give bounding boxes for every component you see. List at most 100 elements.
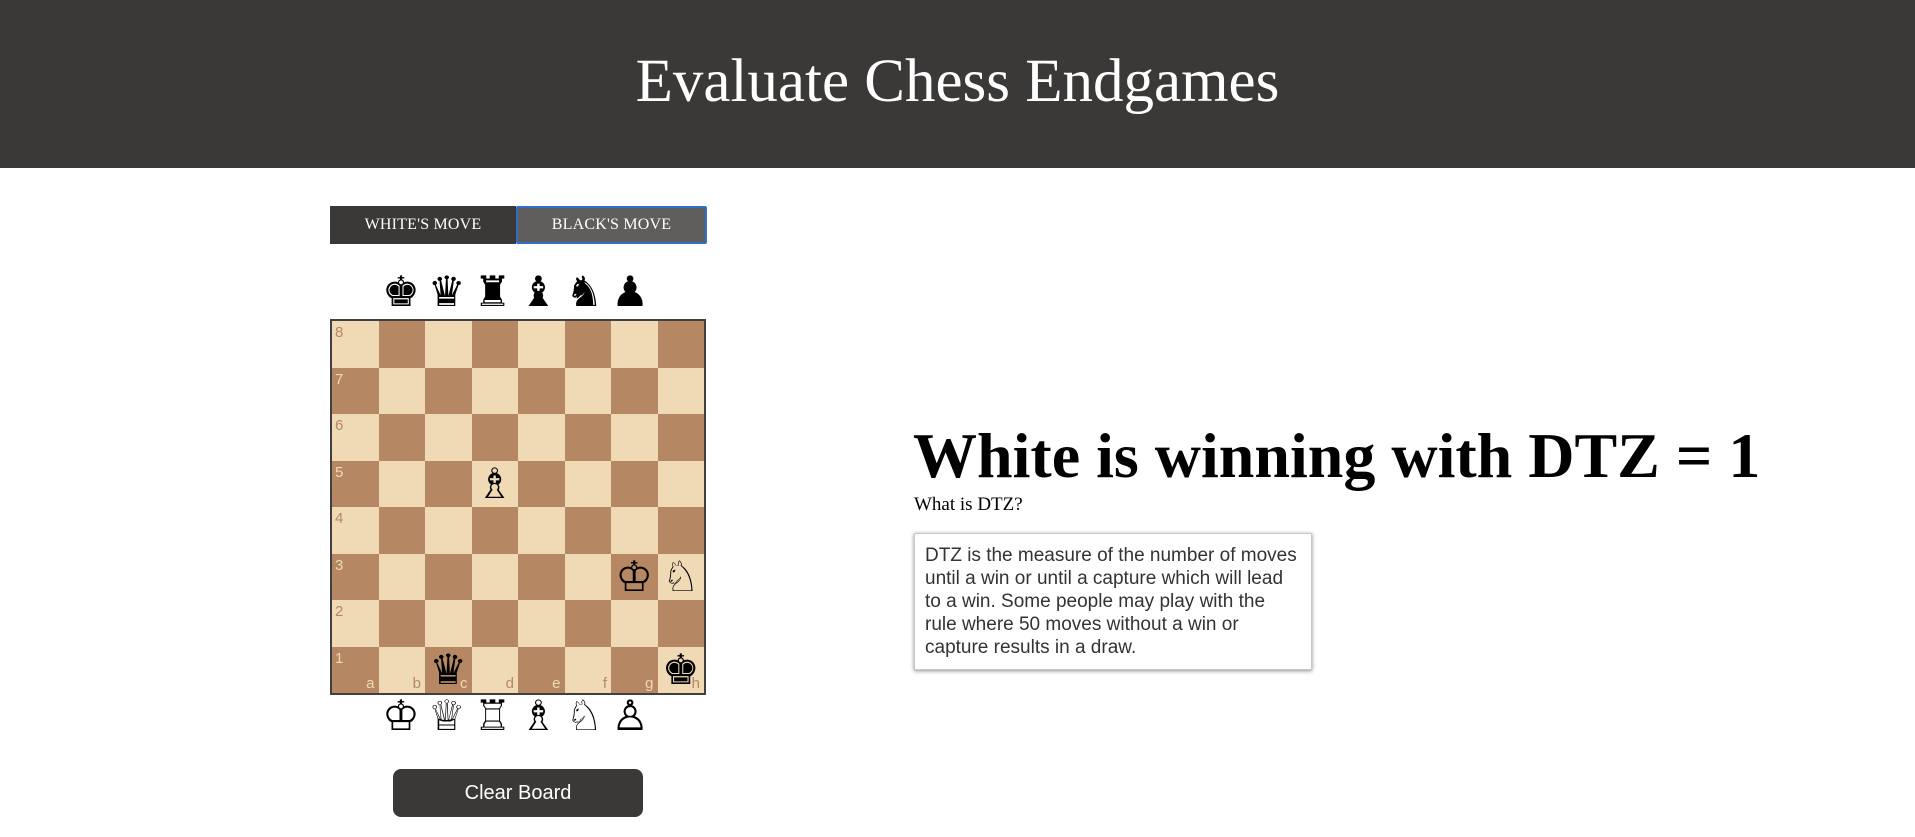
tab-blacks-move[interactable]: BLACK'S MOVE <box>516 206 707 244</box>
rank-label: 6 <box>335 417 344 434</box>
square-e7[interactable] <box>518 367 565 414</box>
square-e5[interactable] <box>518 460 565 507</box>
clear-board-button[interactable]: Clear Board <box>393 769 643 817</box>
rank-label: 3 <box>335 556 344 574</box>
square-d4[interactable] <box>471 507 518 554</box>
square-a6[interactable]: 6 <box>332 414 379 461</box>
spare-white-king-icon[interactable]: ♔ <box>378 692 424 740</box>
square-c3[interactable] <box>425 553 472 600</box>
spare-white-rook-icon[interactable]: ♖ <box>470 692 516 740</box>
square-f2[interactable] <box>564 600 611 647</box>
white-bishop-icon[interactable]: ♗ <box>472 461 519 508</box>
dtz-explanation-box: DTZ is the measure of the number of move… <box>914 533 1312 670</box>
file-label: g <box>645 675 654 692</box>
square-g3[interactable]: ♔ <box>611 553 658 601</box>
evaluation-result: White is winning with DTZ = 1 <box>913 420 1761 491</box>
square-g5[interactable] <box>611 460 658 507</box>
spare-pieces-black: ♚ ♛ ♜ ♝ ♞ ♟ <box>378 268 653 316</box>
square-h6[interactable] <box>657 414 704 461</box>
black-king-icon[interactable]: ♚ <box>658 647 705 694</box>
square-b8[interactable] <box>378 321 425 368</box>
square-a7[interactable]: 7 <box>332 367 379 414</box>
square-g2[interactable] <box>611 600 658 647</box>
square-h7[interactable] <box>657 367 704 414</box>
square-d1[interactable]: d <box>471 646 518 693</box>
square-e4[interactable] <box>518 507 565 554</box>
square-a4[interactable]: 4 <box>332 507 379 554</box>
square-c5[interactable] <box>425 460 472 507</box>
spare-black-pawn-icon[interactable]: ♟ <box>607 268 653 316</box>
square-d6[interactable] <box>471 414 518 461</box>
square-d7[interactable] <box>471 367 518 414</box>
spare-black-knight-icon[interactable]: ♞ <box>561 268 607 316</box>
rank-label: 2 <box>335 603 344 620</box>
dtz-question: What is DTZ? <box>914 494 1023 515</box>
square-b5[interactable] <box>378 460 425 507</box>
square-e6[interactable] <box>518 414 565 461</box>
square-c8[interactable] <box>425 321 472 368</box>
square-f1[interactable]: f <box>564 646 611 693</box>
square-h3[interactable]: ♘ <box>657 553 705 601</box>
square-d8[interactable] <box>471 321 518 368</box>
square-h5[interactable] <box>657 460 704 507</box>
square-g4[interactable] <box>611 507 658 554</box>
rank-label: 7 <box>335 370 344 388</box>
square-g1[interactable]: g <box>611 646 658 693</box>
spare-black-bishop-icon[interactable]: ♝ <box>515 268 561 316</box>
spare-white-queen-icon[interactable]: ♕ <box>424 692 470 740</box>
square-c4[interactable] <box>425 507 472 554</box>
square-e8[interactable] <box>518 321 565 368</box>
chessboard[interactable]: 8 7 6 5 ♗ 4 3 ♔ ♘ 2 1 a b c ♛ d e f g h ♚ <box>330 319 706 695</box>
white-king-icon[interactable]: ♔ <box>611 554 658 601</box>
file-label: a <box>366 675 375 692</box>
square-f3[interactable] <box>564 553 611 600</box>
square-h4[interactable] <box>657 507 704 554</box>
square-g7[interactable] <box>611 367 658 414</box>
square-f5[interactable] <box>564 460 611 507</box>
square-c6[interactable] <box>425 414 472 461</box>
square-a5[interactable]: 5 <box>332 460 379 507</box>
square-a1[interactable]: 1a <box>332 646 379 693</box>
square-d3[interactable] <box>471 553 518 600</box>
square-b1[interactable]: b <box>378 646 425 693</box>
square-h8[interactable] <box>657 321 704 368</box>
square-e3[interactable] <box>518 553 565 600</box>
spare-black-king-icon[interactable]: ♚ <box>378 268 424 316</box>
white-knight-icon[interactable]: ♘ <box>658 554 705 601</box>
square-c2[interactable] <box>425 600 472 647</box>
square-f6[interactable] <box>564 414 611 461</box>
square-b7[interactable] <box>378 367 425 414</box>
rank-label: 4 <box>335 510 344 527</box>
square-f4[interactable] <box>564 507 611 554</box>
square-b3[interactable] <box>378 553 425 600</box>
spare-white-knight-icon[interactable]: ♘ <box>561 692 607 740</box>
square-g6[interactable] <box>611 414 658 461</box>
square-e2[interactable] <box>518 600 565 647</box>
square-e1[interactable]: e <box>518 646 565 693</box>
square-f8[interactable] <box>564 321 611 368</box>
square-g8[interactable] <box>611 321 658 368</box>
square-f7[interactable] <box>564 367 611 414</box>
square-b4[interactable] <box>378 507 425 554</box>
black-queen-icon[interactable]: ♛ <box>425 647 472 694</box>
side-to-move-tabs: WHITE'S MOVE BLACK'S MOVE <box>330 206 707 244</box>
square-h2[interactable] <box>657 600 704 647</box>
square-c7[interactable] <box>425 367 472 414</box>
file-label: b <box>412 675 421 692</box>
tab-whites-move[interactable]: WHITE'S MOVE <box>330 206 516 244</box>
rank-label: 1 <box>335 649 344 667</box>
spare-white-pawn-icon[interactable]: ♙ <box>607 692 653 740</box>
spare-black-queen-icon[interactable]: ♛ <box>424 268 470 316</box>
spare-black-rook-icon[interactable]: ♜ <box>470 268 516 316</box>
square-a2[interactable]: 2 <box>332 600 379 647</box>
square-d2[interactable] <box>471 600 518 647</box>
rank-label: 8 <box>335 324 344 341</box>
square-b2[interactable] <box>378 600 425 647</box>
square-a8[interactable]: 8 <box>332 321 379 368</box>
spare-white-bishop-icon[interactable]: ♗ <box>515 692 561 740</box>
square-c1[interactable]: c ♛ <box>425 646 472 694</box>
square-a3[interactable]: 3 <box>332 553 379 600</box>
square-h1[interactable]: h ♚ <box>657 646 705 694</box>
square-b6[interactable] <box>378 414 425 461</box>
square-d5[interactable]: ♗ <box>471 460 519 508</box>
